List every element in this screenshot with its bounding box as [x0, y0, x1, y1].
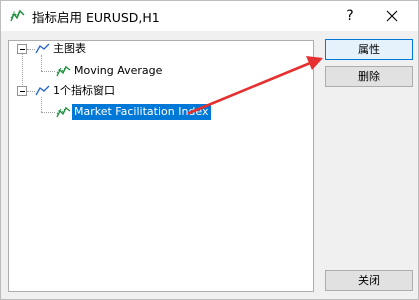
tree-node-market-facilitation-index[interactable]: Market Facilitation Index	[72, 104, 211, 120]
delete-button[interactable]: 删除	[325, 66, 413, 87]
close-icon	[386, 10, 398, 22]
indicator-icon	[56, 106, 71, 118]
collapse-toggle[interactable]	[17, 86, 27, 96]
tree-connector	[27, 49, 35, 50]
indicators-dialog: 指标启用 EURUSD,H1 ? 主图表 Moving Average 1个指标…	[0, 0, 419, 300]
tree-connector	[41, 71, 55, 72]
properties-button[interactable]: 属性	[325, 39, 413, 60]
tree-connector	[41, 55, 42, 71]
indicator-icon	[56, 65, 71, 77]
indicator-tree[interactable]: 主图表 Moving Average 1个指标窗口 Market Facilit…	[8, 40, 314, 292]
collapse-toggle[interactable]	[17, 44, 27, 54]
tree-connector	[41, 97, 42, 112]
tree-connector	[41, 112, 55, 113]
chart-window-icon	[35, 85, 50, 96]
close-window-button[interactable]	[371, 3, 413, 29]
close-button[interactable]: 关闭	[325, 270, 413, 291]
chart-window-icon	[35, 43, 50, 54]
tree-connector	[27, 91, 35, 92]
tree-connector	[22, 49, 23, 91]
window-title: 指标启用 EURUSD,H1	[32, 10, 160, 25]
help-button[interactable]: ?	[333, 3, 367, 29]
tree-node-main-chart[interactable]: 主图表	[53, 41, 86, 57]
indicator-icon	[10, 9, 25, 22]
tree-node-moving-average[interactable]: Moving Average	[74, 63, 162, 79]
title-bar: 指标启用 EURUSD,H1 ?	[1, 1, 418, 31]
tree-node-indicator-window[interactable]: 1个指标窗口	[53, 83, 115, 99]
